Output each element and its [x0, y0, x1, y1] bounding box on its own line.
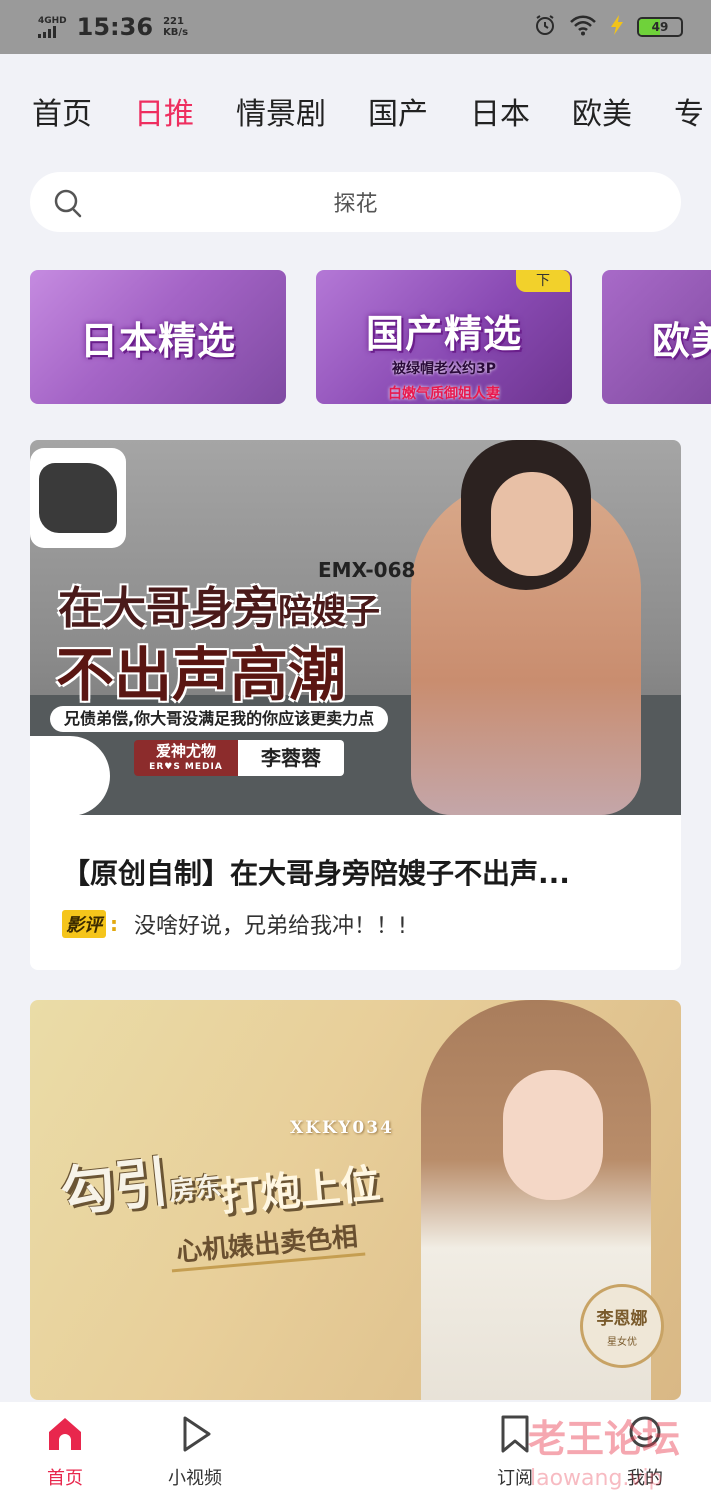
alarm-icon [533, 13, 557, 41]
thumbnail-headline-b: 打炮上位 [218, 1161, 383, 1221]
nav-subscribe[interactable]: 订阅 [460, 1402, 570, 1500]
thumbnail-headline-part2: 陪嫂子 [278, 592, 380, 632]
promo-title: 国产精选 [365, 311, 522, 356]
charging-icon [609, 14, 625, 40]
studio-name: 爱神尤物 [155, 742, 216, 760]
home-icon [45, 1414, 85, 1458]
category-tabs: 首页 日推 情景剧 国产 日本 欧美 专 [0, 80, 711, 142]
thumbnail-headline-a: 勾引 [57, 1150, 172, 1225]
review-badge: 影评 [62, 910, 106, 938]
bottom-nav: 首页 小视频 订阅 我的 [0, 1402, 711, 1500]
actress-name: 李蓉蓉 [238, 740, 344, 776]
actress-role: 星女优 [607, 1337, 637, 1348]
promo-banner-domestic[interactable]: 下 国产精选 被绿帽老公约3P 白嫩气质御姐人妻 [316, 270, 572, 404]
tab-drama[interactable]: 情景剧 [236, 89, 326, 133]
thumbnail-subtitle: 心机婊出卖色相 [168, 1215, 366, 1273]
video-thumbnail[interactable]: EMX-068 在大哥身旁陪嫂子 不出声高潮 兄债弟偿,你大哥没满足我的你应该更… [30, 440, 681, 815]
network-type-label: 4GHD [38, 16, 67, 26]
actress-name: 李恩娜 [596, 1309, 648, 1329]
nav-label: 小视频 [168, 1468, 222, 1489]
studio-name-en: ER♥S MEDIA [149, 762, 223, 772]
tab-domestic[interactable]: 国产 [368, 89, 428, 133]
thumbnail-headline: 勾引房东 [56, 1132, 223, 1227]
network-speed-value: 221 [163, 16, 184, 27]
thumbnail-headline-big: 不出声高潮 [56, 641, 347, 709]
network-speed-unit: KB/s [163, 27, 189, 38]
tab-daily[interactable]: 日推 [134, 89, 194, 133]
thumbnail-headline: 在大哥身旁陪嫂子 [58, 572, 380, 636]
promo-title: 日本精选 [79, 318, 236, 363]
battery-level: 49 [651, 20, 669, 34]
tab-western[interactable]: 欧美 [572, 89, 632, 133]
studio-badge: 爱神尤物 ER♥S MEDIA [134, 740, 238, 776]
nav-shorts[interactable]: 小视频 [140, 1402, 250, 1500]
thumbnail-tagline: 兄债弟偿,你大哥没满足我的你应该更卖力点 [50, 706, 389, 732]
promo-strip: 日本精选 下 国产精选 被绿帽老公约3P 白嫩气质御姐人妻 欧美 [30, 270, 711, 406]
promo-subtitle-2: 白嫩气质御姐人妻 [388, 386, 500, 402]
thumbnail-headline-part1: 在大哥身旁 [58, 583, 278, 634]
video-card[interactable]: XKKY034 勾引房东 打炮上位 心机婊出卖色相 李恩娜 星女优 [30, 1000, 681, 1400]
nav-label: 我的 [627, 1468, 663, 1489]
nav-profile[interactable]: 我的 [590, 1402, 700, 1500]
search-icon [52, 187, 86, 225]
promo-tag: 下 [516, 270, 570, 292]
search-input[interactable]: 探花 [333, 186, 377, 218]
video-code: XKKY034 [290, 1118, 394, 1138]
clock: 15:36 [76, 13, 154, 41]
actress-badge: 李恩娜 星女优 [580, 1284, 664, 1368]
tab-home[interactable]: 首页 [32, 89, 92, 133]
tab-japan[interactable]: 日本 [470, 89, 530, 133]
tab-special[interactable]: 专 [674, 89, 704, 133]
channel-logo [30, 448, 126, 548]
status-bar: 4GHD 15:36 221 KB/s 49 [0, 0, 711, 54]
review-text: 没啥好说，兄弟给我冲！！! [134, 914, 407, 939]
promo-subtitle: 被绿帽老公约3P [391, 361, 496, 377]
promo-title: 欧美 [652, 318, 711, 363]
video-thumbnail[interactable]: XKKY034 勾引房东 打炮上位 心机婊出卖色相 李恩娜 星女优 [30, 1000, 681, 1400]
nav-home[interactable]: 首页 [10, 1402, 120, 1500]
review-line: 影评 : 没啥好说，兄弟给我冲！！! [62, 908, 407, 940]
play-icon [175, 1414, 215, 1458]
promo-banner-japan[interactable]: 日本精选 [30, 270, 286, 404]
search-bar[interactable]: 探花 [30, 172, 681, 232]
wifi-icon [569, 14, 597, 40]
nav-label: 首页 [47, 1468, 83, 1489]
bookmark-icon [495, 1414, 535, 1458]
signal-icon: 4GHD [38, 16, 67, 38]
battery-icon: 49 [637, 17, 683, 37]
video-card[interactable]: EMX-068 在大哥身旁陪嫂子 不出声高潮 兄债弟偿,你大哥没满足我的你应该更… [30, 440, 681, 970]
network-speed: 221 KB/s [163, 16, 188, 38]
nav-label: 订阅 [497, 1468, 533, 1489]
review-colon: : [110, 912, 118, 936]
video-title[interactable]: 【原创自制】在大哥身旁陪嫂子不出声... [62, 852, 570, 892]
promo-banner-western[interactable]: 欧美 [602, 270, 711, 404]
user-icon [625, 1414, 665, 1458]
thumbnail-headline-a-small: 房东 [167, 1171, 223, 1207]
